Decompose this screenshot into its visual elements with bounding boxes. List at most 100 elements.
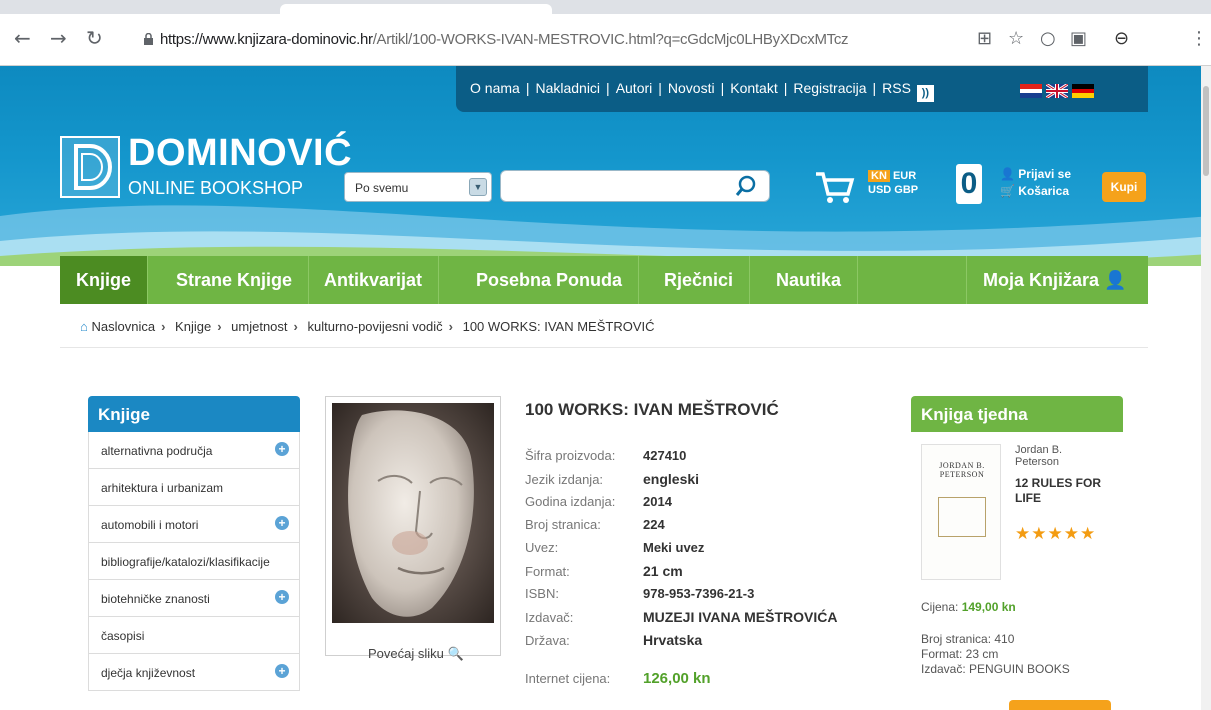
link-nakladnici[interactable]: Nakladnici: [535, 80, 600, 96]
book-cover[interactable]: JORDAN B. PETERSON: [921, 444, 1001, 580]
expand-plus-icon[interactable]: +: [275, 442, 289, 456]
add-to-cart-button[interactable]: [1009, 700, 1111, 710]
category-label: arhitektura i urbanizam: [101, 481, 224, 495]
book-title-line: 12 RULES FOR: [1015, 476, 1102, 490]
book-publisher: Izdavač: PENGUIN BOOKS: [921, 662, 1070, 676]
product-image[interactable]: [325, 396, 501, 656]
category-item[interactable]: automobili i motori +: [88, 506, 300, 543]
category-item[interactable]: dječja književnost +: [88, 654, 300, 691]
spec-label: Format:: [525, 564, 570, 579]
bookmark-star-icon[interactable]: ☆: [1008, 29, 1024, 49]
link-autori[interactable]: Autori: [616, 80, 653, 96]
breadcrumb-umjetnost[interactable]: umjetnost: [231, 319, 287, 334]
nav-posebna-ponuda[interactable]: Posebna Ponuda: [460, 256, 640, 304]
expand-plus-icon[interactable]: +: [275, 664, 289, 678]
translate-icon[interactable]: ⊞: [977, 29, 992, 49]
buy-button[interactable]: Kupi: [1102, 172, 1146, 202]
spec-label: Godina izdanja:: [525, 494, 616, 509]
url-path: /Artikl/100-WORKS-IVAN-MESTROVIC.html?q=…: [372, 31, 849, 48]
currency-eur[interactable]: EUR: [893, 170, 916, 182]
spec-value: MUZEJI IVANA MEŠTROVIĆA: [643, 609, 838, 625]
category-item[interactable]: biotehničke znanosti +: [88, 580, 300, 617]
book-title[interactable]: 12 RULES FOR LIFE: [1015, 476, 1101, 506]
login-label: Prijavi se: [1018, 167, 1072, 181]
cover-author: JORDAN B. PETERSON: [939, 461, 985, 479]
book-of-week-panel: Knjiga tjedna JORDAN B. PETERSON Jordan …: [911, 396, 1123, 710]
breadcrumb-vodic[interactable]: kulturno-povijesni vodič: [308, 319, 443, 334]
breadcrumb-knjige[interactable]: Knjige: [175, 319, 211, 334]
spec-value: 21 cm: [643, 563, 683, 579]
active-browser-tab[interactable]: [280, 4, 552, 14]
page-scrollbar[interactable]: [1201, 66, 1211, 710]
expand-plus-icon[interactable]: +: [275, 590, 289, 604]
enlarge-image-link[interactable]: Povećaj sliku 🔍: [368, 646, 464, 662]
spec-label: Jezik izdanja:: [525, 472, 604, 487]
nav-rjecnici[interactable]: Rječnici: [648, 256, 751, 304]
forward-icon[interactable]: →: [50, 28, 67, 48]
menu-dots-icon[interactable]: ⋮: [1190, 29, 1208, 49]
logo-name[interactable]: DOMINOVIĆ: [128, 132, 352, 175]
link-registracija[interactable]: Registracija: [793, 80, 866, 96]
magnifier-icon: 🔍: [447, 646, 464, 661]
address-bar[interactable]: https://www.knjizara-dominovic.hr/Artikl…: [160, 31, 849, 48]
category-item[interactable]: arhitektura i urbanizam: [88, 469, 300, 506]
croatian-flag-icon[interactable]: [1020, 84, 1042, 98]
link-kontakt[interactable]: Kontakt: [730, 80, 777, 96]
book-price-value: 149,00 kn: [961, 600, 1016, 614]
spec-row: Izdavač: MUZEJI IVANA MEŠTROVIĆA: [525, 609, 837, 625]
category-label: alternativna područja: [101, 444, 213, 458]
expand-plus-icon[interactable]: +: [275, 516, 289, 530]
category-item[interactable]: bibliografije/katalozi/klasifikacije: [88, 543, 300, 580]
spec-value: 427410: [643, 448, 687, 463]
rating-stars: ★★★★★: [1015, 524, 1097, 544]
rss-icon[interactable]: )): [916, 85, 934, 102]
main-nav: Knjige Strane Knjige Antikvarijat Posebn…: [60, 256, 1148, 304]
home-icon[interactable]: ⌂: [80, 319, 88, 334]
cart-link[interactable]: 🛒 Košarica: [1000, 183, 1071, 200]
category-item[interactable]: časopisi: [88, 617, 300, 654]
english-flag-icon[interactable]: [1046, 84, 1068, 98]
link-rss[interactable]: RSS: [882, 80, 911, 96]
nav-moja-knjizara[interactable]: Moja Knjižara 👤: [966, 256, 1142, 304]
price-row: Internet cijena: 126,00 kn: [525, 670, 711, 687]
category-sidebar: Knjige alternativna područja + arhitektur…: [88, 396, 300, 710]
spec-value: 2014: [643, 494, 672, 509]
breadcrumb-current: 100 WORKS: IVAN MEŠTROVIĆ: [462, 319, 655, 334]
spec-row: Država: Hrvatska: [525, 632, 702, 648]
reload-icon[interactable]: ↻: [86, 28, 103, 48]
cart-icon[interactable]: [814, 170, 856, 204]
nav-strane-knjige[interactable]: Strane Knjige: [160, 256, 310, 304]
profile-icon[interactable]: ⊖: [1114, 29, 1129, 49]
link-o-nama[interactable]: O nama: [470, 80, 520, 96]
search-scope-select[interactable]: Po svemu ▼: [344, 172, 492, 202]
scrollbar-thumb[interactable]: [1203, 86, 1209, 176]
book-author[interactable]: Jordan B. Peterson: [1015, 444, 1062, 468]
extension-box-icon[interactable]: ▣: [1070, 29, 1087, 49]
product-title: 100 WORKS: IVAN MEŠTROVIĆ: [525, 400, 779, 419]
back-icon[interactable]: ←: [14, 28, 31, 48]
search-icon[interactable]: [734, 174, 758, 198]
nav-account-label: Moja Knjižara: [983, 270, 1100, 290]
login-link[interactable]: 👤 Prijavi se: [1000, 166, 1071, 183]
logo-emblem[interactable]: [60, 136, 120, 198]
spec-value: 224: [643, 517, 665, 532]
german-flag-icon[interactable]: [1072, 84, 1094, 98]
category-item[interactable]: alternativna područja +: [88, 432, 300, 469]
currency-gbp[interactable]: GBP: [894, 184, 918, 196]
nav-knjige[interactable]: Knjige: [60, 256, 149, 304]
top-links: O nama | Nakladnici | Autori | Novosti | Kontakt…: [470, 80, 934, 102]
spec-label: ISBN:: [525, 586, 559, 601]
search-input[interactable]: [500, 170, 770, 202]
currency-kn[interactable]: KN: [868, 170, 890, 182]
breadcrumb-home[interactable]: Naslovnica: [91, 319, 155, 334]
chevron-down-icon[interactable]: ▼: [469, 178, 487, 196]
nav-nautika[interactable]: Nautika: [760, 256, 859, 304]
nav-antikvarijat[interactable]: Antikvarijat: [308, 256, 440, 304]
currency-usd[interactable]: USD: [868, 184, 891, 196]
spec-row: Format: 21 cm: [525, 563, 683, 579]
sculpture-face-image: [332, 403, 494, 623]
extension-icon[interactable]: ○: [1040, 29, 1056, 49]
spec-label: Uvez:: [525, 540, 559, 555]
author-line: Peterson: [1015, 456, 1060, 468]
link-novosti[interactable]: Novosti: [668, 80, 715, 96]
